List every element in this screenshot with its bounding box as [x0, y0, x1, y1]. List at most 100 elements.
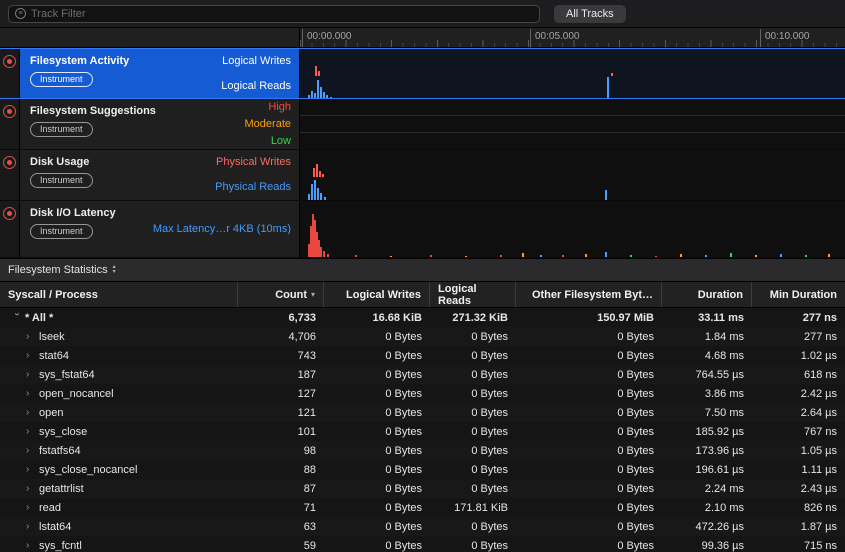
cell-duration: 764.55 µs	[662, 369, 752, 381]
syscall-name: open_nocancel	[39, 388, 114, 400]
table-header: Syscall / Process Count▾Logical WritesLog…	[0, 282, 845, 308]
track-filter-field[interactable]: ≡	[8, 5, 540, 23]
track-graph[interactable]	[300, 99, 845, 149]
graph-spike	[315, 66, 317, 76]
syscall-name: * All *	[25, 312, 53, 324]
disclosure-collapsed-icon[interactable]: ›	[26, 483, 36, 494]
disclosure-collapsed-icon[interactable]: ›	[26, 331, 36, 342]
column-header-min-duration[interactable]: Min Duration	[752, 282, 845, 307]
cell-duration: 1.84 ms	[662, 331, 752, 343]
table-row-lseek[interactable]: ›lseek4,7060 Bytes0 Bytes0 Bytes1.84 ms2…	[0, 327, 845, 346]
track-title: Filesystem Suggestions	[30, 105, 156, 117]
timeline-ruler-scale[interactable]: 00:00.00000:05.00000:10.000	[300, 28, 845, 47]
track-row-filesystem-suggestions[interactable]: Filesystem SuggestionsInstrumentHighMode…	[0, 99, 845, 150]
disclosure-expanded-icon[interactable]: ›	[12, 313, 23, 323]
syscall-cell: ›sys_fcntl	[0, 540, 238, 552]
toolbar: ≡ All Tracks	[0, 0, 845, 28]
cell-logical-reads: 0 Bytes	[430, 388, 516, 400]
column-header-label: Other Filesystem Byt…	[532, 289, 653, 301]
column-header-other-filesystem-byt[interactable]: Other Filesystem Byt…	[516, 282, 662, 307]
cell-logical-reads: 0 Bytes	[430, 445, 516, 457]
track-title: Disk I/O Latency	[30, 207, 116, 219]
track-label-area[interactable]: Filesystem ActivityInstrumentLogical Wri…	[20, 49, 300, 98]
track-graph[interactable]	[300, 201, 845, 257]
disclosure-collapsed-icon[interactable]: ›	[26, 369, 36, 380]
disclosure-collapsed-icon[interactable]: ›	[26, 407, 36, 418]
disclosure-collapsed-icon[interactable]: ›	[26, 426, 36, 437]
cell-logical-writes: 0 Bytes	[324, 331, 430, 343]
track-label-area[interactable]: Disk UsageInstrumentPhysical WritesPhysi…	[20, 150, 300, 200]
table-row-all[interactable]: ›* All *6,73316.68 KiB271.32 KiB150.97 M…	[0, 308, 845, 327]
cell-count: 743	[238, 350, 324, 362]
column-header-logical-writes[interactable]: Logical Writes	[324, 282, 430, 307]
disclosure-collapsed-icon[interactable]: ›	[26, 445, 36, 456]
graph-spike	[308, 95, 310, 98]
table-row-fstatfs64[interactable]: ›fstatfs64980 Bytes0 Bytes0 Bytes173.96 …	[0, 441, 845, 460]
cell-other-filesystem-byt: 0 Bytes	[516, 540, 662, 552]
syscall-cell: ›sys_fstat64	[0, 369, 238, 381]
graph-spike	[323, 251, 325, 257]
table-row-sys-fstat64[interactable]: ›sys_fstat641870 Bytes0 Bytes0 Bytes764.…	[0, 365, 845, 384]
column-header-label: Duration	[698, 289, 743, 301]
track-label-area[interactable]: Disk I/O LatencyInstrumentMax Latency…r …	[20, 201, 300, 257]
syscall-cell: ›open_nocancel	[0, 388, 238, 400]
column-header-logical-reads[interactable]: Logical Reads	[430, 282, 516, 307]
table-row-getattrlist[interactable]: ›getattrlist870 Bytes0 Bytes0 Bytes2.24 …	[0, 479, 845, 498]
cell-min-duration: 2.42 µs	[752, 388, 845, 400]
table-row-open-nocancel[interactable]: ›open_nocancel1270 Bytes0 Bytes0 Bytes3.…	[0, 384, 845, 403]
column-header-syscall-process[interactable]: Syscall / Process	[0, 282, 238, 307]
channel-label-logical-reads: Logical Reads	[221, 80, 291, 92]
track-label-area[interactable]: Filesystem SuggestionsInstrumentHighMode…	[20, 99, 300, 149]
lane-baseline	[300, 132, 845, 133]
graph-spike	[316, 164, 318, 177]
table-row-sys-fcntl[interactable]: ›sys_fcntl590 Bytes0 Bytes0 Bytes99.36 µ…	[0, 536, 845, 552]
table-row-sys-close[interactable]: ›sys_close1010 Bytes0 Bytes0 Bytes185.92…	[0, 422, 845, 441]
cell-duration: 185.92 µs	[662, 426, 752, 438]
graph-spike	[755, 255, 757, 257]
syscall-cell: ›sys_close	[0, 426, 238, 438]
cell-count: 88	[238, 464, 324, 476]
all-tracks-button[interactable]: All Tracks	[554, 5, 626, 23]
disclosure-collapsed-icon[interactable]: ›	[26, 502, 36, 513]
disclosure-collapsed-icon[interactable]: ›	[26, 464, 36, 475]
table-row-lstat64[interactable]: ›lstat64630 Bytes0 Bytes0 Bytes472.26 µs…	[0, 517, 845, 536]
cell-duration: 173.96 µs	[662, 445, 752, 457]
cell-logical-reads: 0 Bytes	[430, 350, 516, 362]
disclosure-collapsed-icon[interactable]: ›	[26, 388, 36, 399]
cell-logical-reads: 0 Bytes	[430, 464, 516, 476]
table-row-read[interactable]: ›read710 Bytes171.81 KiB0 Bytes2.10 ms82…	[0, 498, 845, 517]
track-row-filesystem-activity[interactable]: Filesystem ActivityInstrumentLogical Wri…	[0, 48, 845, 99]
cell-logical-writes: 0 Bytes	[324, 369, 430, 381]
cell-logical-reads: 0 Bytes	[430, 521, 516, 533]
track-graph[interactable]	[300, 49, 845, 98]
cell-min-duration: 277 ns	[752, 331, 845, 343]
disclosure-collapsed-icon[interactable]: ›	[26, 350, 36, 361]
instrument-record-icon	[3, 207, 16, 220]
syscall-name: sys_close_nocancel	[39, 464, 137, 476]
column-header-duration[interactable]: Duration	[662, 282, 752, 307]
table-row-open[interactable]: ›open1210 Bytes0 Bytes0 Bytes7.50 ms2.64…	[0, 403, 845, 422]
table-row-stat64[interactable]: ›stat647430 Bytes0 Bytes0 Bytes4.68 ms1.…	[0, 346, 845, 365]
cell-count: 121	[238, 407, 324, 419]
cell-count: 87	[238, 483, 324, 495]
graph-spike	[318, 71, 320, 76]
column-header-label: Syscall / Process	[8, 289, 98, 301]
disclosure-collapsed-icon[interactable]: ›	[26, 540, 36, 551]
ruler-time-label: 00:00.000	[302, 29, 352, 47]
graph-spike	[585, 254, 587, 257]
timeline-ruler[interactable]: 00:00.00000:05.00000:10.000	[0, 28, 845, 48]
syscall-name: open	[39, 407, 63, 419]
statistics-popup-button[interactable]: Filesystem Statistics ▴ ▾	[8, 264, 116, 276]
record-dot-icon	[7, 59, 12, 64]
graph-spike	[308, 194, 310, 200]
track-filter-input[interactable]	[31, 8, 533, 20]
cell-logical-writes: 0 Bytes	[324, 445, 430, 457]
disclosure-collapsed-icon[interactable]: ›	[26, 521, 36, 532]
track-graph[interactable]	[300, 150, 845, 200]
track-row-disk-i-o-latency[interactable]: Disk I/O LatencyInstrumentMax Latency…r …	[0, 201, 845, 258]
cell-duration: 99.36 µs	[662, 540, 752, 552]
track-row-disk-usage[interactable]: Disk UsageInstrumentPhysical WritesPhysi…	[0, 150, 845, 201]
graph-spike	[311, 184, 313, 200]
column-header-count[interactable]: Count▾	[238, 282, 324, 307]
table-row-sys-close-nocancel[interactable]: ›sys_close_nocancel880 Bytes0 Bytes0 Byt…	[0, 460, 845, 479]
